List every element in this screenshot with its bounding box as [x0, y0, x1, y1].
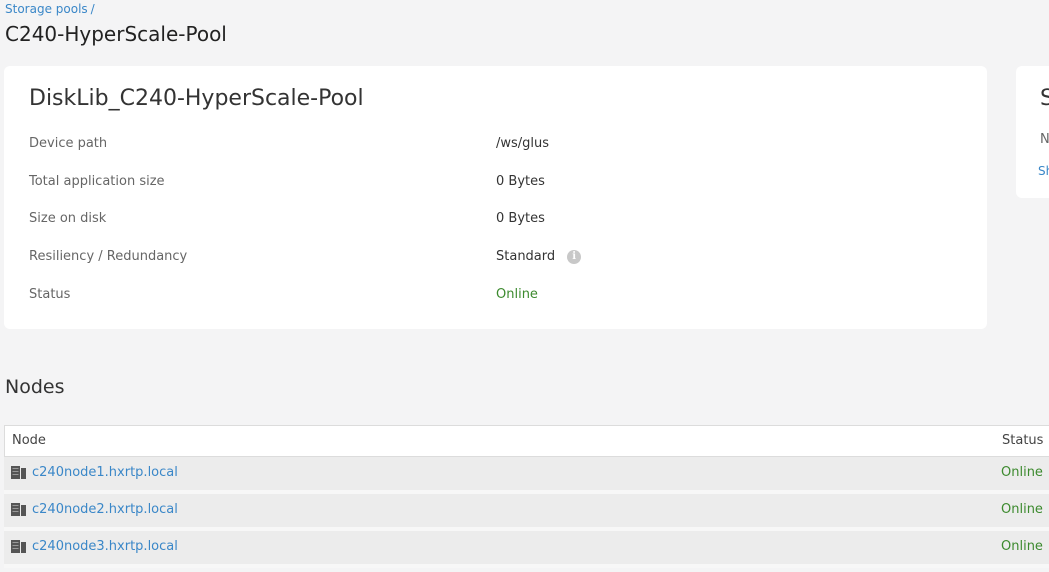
server-icon	[11, 540, 26, 553]
column-header-status[interactable]: Status	[1002, 433, 1043, 448]
breadcrumb: Storage pools /	[5, 2, 95, 16]
node-cell: c240node1.hxrtp.local	[11, 465, 178, 480]
nodes-table: Node Status c240node1.hxrtp.local Online	[4, 425, 1049, 568]
storage-pool-page: Storage pools / C240-HyperScale-Pool Disk…	[0, 0, 1049, 572]
page-title: C240-HyperScale-Pool	[5, 22, 227, 46]
table-row: c240node1.hxrtp.local Online	[4, 457, 1049, 494]
side-panel-link[interactable]: Sh	[1038, 164, 1049, 178]
prop-value: /ws/glus	[496, 136, 550, 151]
server-icon	[11, 503, 26, 516]
prop-value: 0 Bytes	[496, 211, 545, 226]
prop-value: 0 Bytes	[496, 174, 545, 189]
prop-row-resiliency: Resiliency / Redundancy Standard i	[29, 249, 969, 269]
status-value: Online	[496, 287, 538, 302]
prop-label: Device path	[29, 136, 108, 151]
prop-row-size-on-disk: Size on disk 0 Bytes	[29, 211, 969, 231]
prop-label: Status	[29, 287, 71, 302]
prop-row-total-application-size: Total application size 0 Bytes	[29, 174, 969, 194]
pool-details-card: DiskLib_C240-HyperScale-Pool Device path…	[4, 66, 987, 329]
node-link[interactable]: c240node1.hxrtp.local	[32, 465, 178, 480]
side-panel-card: S N Sh	[1016, 66, 1049, 198]
prop-row-status: Status Online	[29, 287, 969, 307]
status-cell: Online	[1001, 539, 1043, 554]
table-header: Node Status	[4, 425, 1049, 457]
prop-label: Total application size	[29, 174, 165, 189]
prop-row-device-path: Device path /ws/glus	[29, 136, 969, 156]
prop-value-wrapper: Standard i	[496, 249, 582, 264]
card-title: DiskLib_C240-HyperScale-Pool	[29, 86, 364, 111]
side-panel-text: N	[1040, 132, 1049, 147]
server-icon	[11, 466, 26, 479]
breadcrumb-storage-pools-link[interactable]: Storage pools	[5, 2, 88, 16]
info-icon[interactable]: i	[567, 249, 582, 264]
prop-value: Standard	[496, 249, 556, 264]
side-panel-title: S	[1040, 86, 1049, 111]
node-link[interactable]: c240node2.hxrtp.local	[32, 502, 178, 517]
breadcrumb-separator: /	[90, 2, 95, 16]
nodes-section-title: Nodes	[5, 376, 65, 398]
prop-label: Size on disk	[29, 211, 107, 226]
prop-label: Resiliency / Redundancy	[29, 249, 188, 264]
status-cell: Online	[1001, 465, 1043, 480]
node-cell: c240node2.hxrtp.local	[11, 502, 178, 517]
table-row: c240node3.hxrtp.local Online	[4, 531, 1049, 568]
status-cell: Online	[1001, 502, 1043, 517]
table-row: c240node2.hxrtp.local Online	[4, 494, 1049, 531]
node-link[interactable]: c240node3.hxrtp.local	[32, 539, 178, 554]
node-cell: c240node3.hxrtp.local	[11, 539, 178, 554]
column-header-node[interactable]: Node	[12, 433, 46, 448]
